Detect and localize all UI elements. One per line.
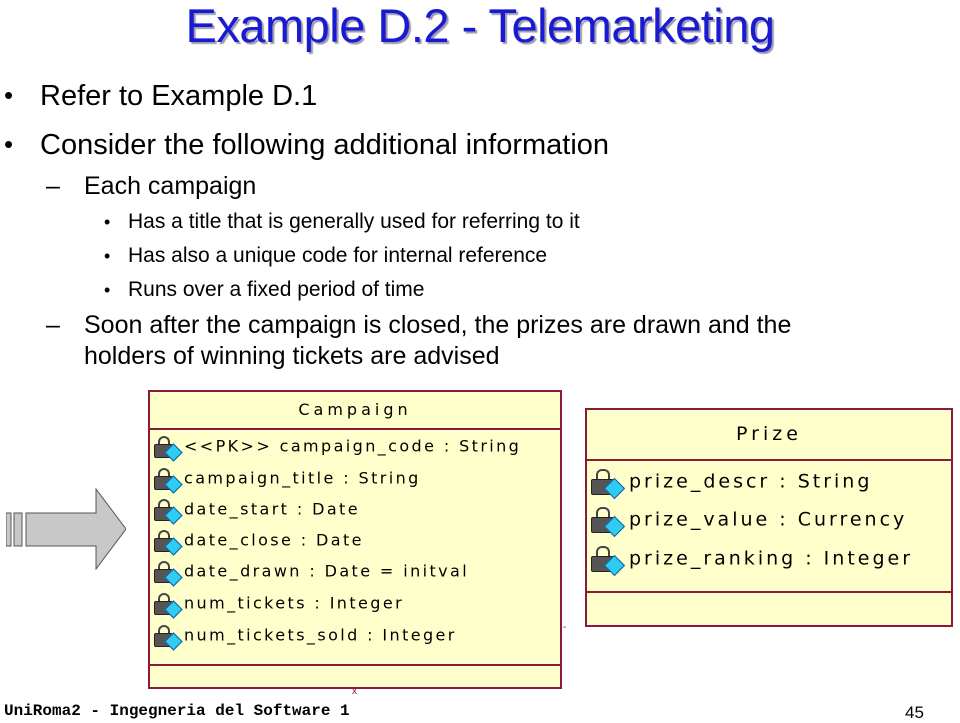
attribute-text: num_tickets_sold : Integer (184, 625, 457, 645)
attribute-compartment: prize_descr : String prize_value : Curre… (587, 461, 951, 591)
sub-sub-bullet-text: Has also a unique code for internal refe… (128, 244, 548, 267)
attribute-text: date_close : Date (184, 530, 364, 550)
slide-title: Example D.2 - Telemarketing (185, 0, 775, 52)
private-attribute-icon (591, 505, 629, 538)
resize-handle[interactable]: - (563, 622, 566, 633)
sub-sub-bullet-text: Has a title that is generally used for r… (128, 210, 580, 233)
attribute-row[interactable]: campaign_title : String (154, 466, 421, 494)
attribute-row[interactable]: date_drawn : Date = initval (154, 559, 470, 587)
bullet-marker: • (4, 129, 14, 159)
attribute-compartment: <<PK>> campaign_code : String campaign_t… (150, 430, 560, 664)
sub-bullet-text-continuation: holders of winning tickets are advised (84, 342, 500, 370)
attribute-text: campaign_title : String (184, 468, 421, 488)
resize-handle[interactable]: x (352, 686, 357, 697)
page-number: 45 (905, 703, 924, 722)
attribute-row[interactable]: prize_descr : String (591, 467, 873, 500)
block-arrow-right-icon (6, 488, 126, 570)
private-attribute-icon (591, 467, 629, 500)
attribute-row[interactable]: date_close : Date (154, 528, 364, 556)
attribute-row[interactable]: prize_value : Currency (591, 505, 908, 538)
private-attribute-icon (154, 466, 184, 494)
private-attribute-icon (154, 591, 184, 619)
attribute-row[interactable]: date_start : Date (154, 497, 360, 525)
dash-marker: – (46, 172, 60, 200)
private-attribute-icon (154, 528, 184, 556)
bullet-text: Refer to Example D.1 (40, 80, 318, 112)
slide-footer: UniRoma2 - Ingegneria del Software 1 (4, 702, 350, 720)
attribute-row[interactable]: num_tickets_sold : Integer (154, 623, 457, 651)
sub-bullet-text: Each campaign (84, 172, 257, 200)
uml-class-campaign[interactable]: Campaign <<PK>> campaign_code : String c… (148, 390, 562, 689)
bullet-marker: • (4, 80, 14, 110)
private-attribute-icon (154, 559, 184, 587)
attribute-text: date_start : Date (184, 499, 360, 519)
attribute-text: prize_ranking : Integer (629, 547, 914, 570)
sub-sub-bullet-text: Runs over a fixed period of time (128, 278, 425, 301)
dash-marker: – (46, 311, 60, 339)
attribute-row[interactable]: prize_ranking : Integer (591, 544, 914, 577)
bullet-marker: • (104, 280, 111, 300)
private-attribute-icon (154, 497, 184, 525)
attribute-text: num_tickets : Integer (184, 593, 405, 613)
class-name: Prize (587, 410, 951, 461)
private-attribute-icon (154, 434, 184, 462)
attribute-text: date_drawn : Date = initval (184, 561, 470, 581)
private-attribute-icon (591, 544, 629, 577)
attribute-text: <<PK>> campaign_code : String (184, 436, 522, 456)
attribute-text: prize_value : Currency (629, 508, 908, 531)
attribute-row[interactable]: num_tickets : Integer (154, 591, 405, 619)
attribute-text: prize_descr : String (629, 470, 873, 493)
attribute-row[interactable]: <<PK>> campaign_code : String (154, 434, 522, 462)
class-name: Campaign (150, 392, 560, 430)
bullet-text: Consider the following additional inform… (40, 129, 610, 161)
bullet-marker: • (104, 212, 111, 232)
uml-class-prize[interactable]: Prize prize_descr : String prize_value :… (585, 408, 953, 627)
sub-bullet-text: Soon after the campaign is closed, the p… (84, 311, 792, 339)
private-attribute-icon (154, 623, 184, 651)
bullet-marker: • (104, 246, 111, 266)
operation-compartment (587, 591, 951, 627)
